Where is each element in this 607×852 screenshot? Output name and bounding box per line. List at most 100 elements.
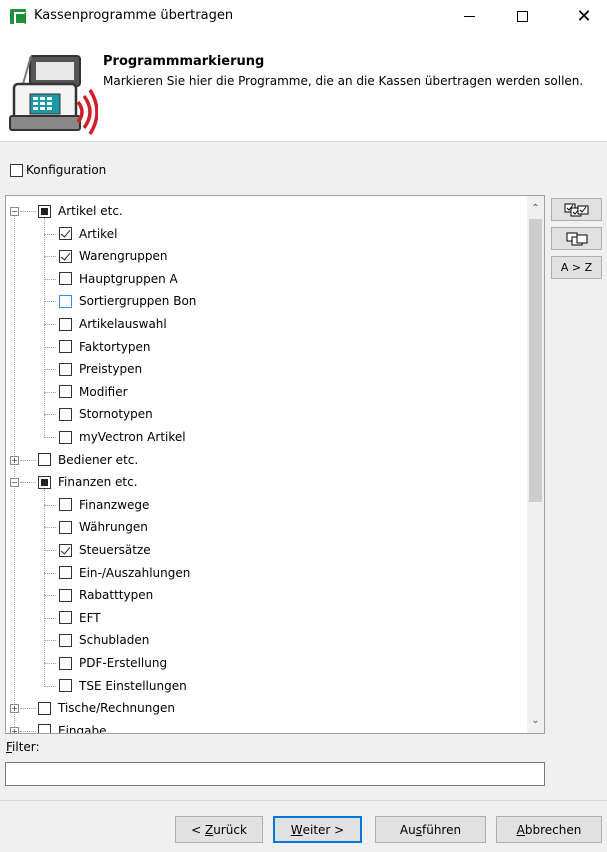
maximize-button[interactable] (499, 0, 545, 32)
tree-item[interactable]: EFT (59, 607, 101, 629)
tree-item-checkbox[interactable] (59, 430, 72, 444)
tree-item-checkbox[interactable] (59, 498, 72, 512)
tree-item[interactable]: PDF-Erstellung (59, 652, 167, 674)
tree-group-checkbox[interactable] (38, 475, 51, 489)
tree-connector (44, 437, 56, 438)
wizard-header: Programmmarkierung Markieren Sie hier di… (0, 32, 607, 142)
tree-group-checkbox[interactable] (38, 453, 51, 467)
tree-connector (20, 459, 36, 461)
tree-item-checkbox[interactable] (59, 588, 72, 602)
tree-item[interactable]: Modifier (59, 381, 128, 403)
tree-item-checkbox[interactable] (59, 294, 72, 308)
tree-group-1[interactable]: Bediener etc. (38, 449, 138, 471)
tree-connector (44, 218, 45, 438)
tree-group-label: Eingabe (58, 723, 107, 734)
tree-group-label: Artikel etc. (58, 204, 123, 218)
tree-item-checkbox[interactable] (59, 520, 72, 534)
program-tree[interactable]: − Artikel etc. Artikel Warengruppen Hauptgru… (5, 195, 545, 734)
tree-connector (44, 391, 56, 393)
check-all-button[interactable] (551, 198, 602, 221)
expand-icon[interactable]: + (10, 704, 19, 714)
tree-connector (20, 708, 36, 710)
tree-group-3[interactable]: Tische/Rechnungen (38, 697, 175, 719)
sort-button[interactable]: A > Z (551, 256, 602, 279)
tree-item[interactable]: myVectron Artikel (59, 426, 186, 448)
tree-group-label: Finanzen etc. (58, 475, 138, 490)
collapse-icon[interactable]: − (10, 207, 19, 216)
expand-icon[interactable]: + (10, 455, 19, 465)
tree-item-checkbox[interactable] (59, 385, 72, 399)
filter-input[interactable] (5, 762, 545, 786)
tree-item-label: EFT (79, 610, 101, 625)
tree-item-label: TSE Einstellungen (79, 678, 187, 693)
tree-item[interactable]: Warengruppen (59, 245, 168, 267)
minimize-icon (463, 15, 475, 17)
tree-connector (44, 640, 56, 642)
tree-item[interactable]: Faktortypen (59, 336, 151, 358)
tree-item[interactable]: Ein-/Auszahlungen (59, 562, 190, 584)
tree-item-checkbox[interactable] (59, 249, 72, 263)
tree-group-checkbox[interactable] (38, 701, 51, 715)
tree-item[interactable]: Schubladen (59, 629, 149, 651)
tree-group-2[interactable]: Finanzen etc. (38, 471, 138, 493)
tree-group-4[interactable]: Eingabe (38, 720, 107, 734)
konfiguration-checkbox[interactable]: Konfiguration (10, 163, 106, 177)
cancel-button[interactable]: Abbrechen (496, 816, 602, 843)
tree-connector (44, 256, 56, 258)
maximize-icon (516, 10, 528, 22)
tree-item[interactable]: Preistypen (59, 358, 142, 380)
tree-connector (44, 685, 56, 687)
tree-item-checkbox[interactable] (59, 543, 72, 557)
tree-item-checkbox[interactable] (59, 227, 72, 241)
tree-item-checkbox[interactable] (59, 272, 72, 286)
scroll-down-button[interactable]: ⌄ (527, 712, 544, 729)
tree-item[interactable]: Artikelauswahl (59, 313, 167, 335)
cash-register-transfer-icon (9, 55, 98, 135)
tree-item-checkbox[interactable] (59, 679, 72, 693)
tree-item[interactable]: Stornotypen (59, 403, 153, 425)
scroll-up-button[interactable]: ⌃ (527, 200, 544, 217)
tree-item[interactable]: Sortiergruppen Bon (59, 290, 196, 312)
tree-item[interactable]: Finanzwege (59, 494, 149, 516)
tree-item-checkbox[interactable] (59, 340, 72, 354)
tree-item-checkbox[interactable] (59, 633, 72, 647)
tree-item-checkbox[interactable] (59, 611, 72, 625)
scroll-thumb[interactable] (529, 219, 542, 502)
tree-item-label: Preistypen (79, 362, 143, 377)
tree-connector (20, 211, 36, 212)
tree-item-checkbox[interactable] (59, 566, 72, 580)
run-button[interactable]: Au s führen (375, 816, 486, 843)
tree-item[interactable]: TSE Einstellungen (59, 675, 187, 697)
konfiguration-check[interactable] (10, 163, 23, 177)
tree-item[interactable]: Hauptgruppen A (59, 268, 178, 290)
page-description: Markieren Sie hier die Programme, die an… (103, 74, 584, 88)
close-button[interactable]: ✕ (561, 0, 607, 32)
tree-item[interactable]: Rabatttypen (59, 584, 153, 606)
tree-item-label: Schubladen (79, 633, 150, 648)
tree-item-label: Steuersätze (79, 543, 151, 557)
tree-connector (44, 489, 45, 687)
minimize-button[interactable] (446, 0, 492, 32)
next-button[interactable]: Weiter > (273, 816, 362, 843)
tree-item-checkbox[interactable] (59, 317, 72, 331)
tree-connector (20, 730, 36, 732)
tree-item-label: Modifier (79, 384, 128, 399)
filter-label: Filter: (6, 740, 40, 754)
tree-item-checkbox[interactable] (59, 656, 72, 670)
tree-item-label: Faktortypen (79, 339, 151, 354)
back-button[interactable]: < Zurück (175, 816, 263, 843)
tree-item[interactable]: Steuersätze (59, 539, 151, 561)
tree-item-checkbox[interactable] (59, 407, 72, 421)
expand-icon[interactable]: + (10, 726, 19, 733)
collapse-icon[interactable]: − (10, 478, 19, 488)
tree-group-checkbox[interactable] (38, 724, 51, 733)
tree-item[interactable]: Währungen (59, 516, 148, 538)
tree-group-checkbox[interactable] (38, 204, 51, 218)
tree-item-label: Sortiergruppen Bon (79, 294, 197, 309)
uncheck-all-button[interactable] (551, 227, 602, 250)
tree-item-checkbox[interactable] (59, 362, 72, 376)
tree-group-0[interactable]: Artikel etc. (38, 200, 123, 222)
tree-scrollbar[interactable]: ⌃ ⌄ (527, 196, 544, 733)
tree-item[interactable]: Artikel (59, 223, 117, 245)
tree-item-label: Rabatttypen (79, 588, 154, 603)
